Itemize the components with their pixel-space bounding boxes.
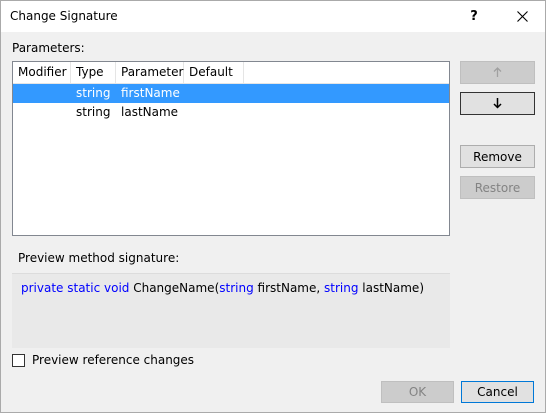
remove-button-label: Remove — [473, 149, 522, 164]
cancel-button-label: Cancel — [477, 385, 518, 399]
preview-signature-box: private static void ChangeName(string fi… — [12, 273, 450, 348]
table-row[interactable]: string firstName — [13, 84, 449, 103]
table-row[interactable]: string lastName — [13, 103, 449, 122]
column-header-parameter[interactable]: Parameter — [116, 62, 184, 83]
signature-modifiers: private static void — [21, 281, 130, 295]
cell-type: string — [76, 86, 111, 100]
preview-signature-label: Preview method signature: — [18, 251, 180, 265]
help-icon: ? — [470, 9, 478, 24]
signature-param1-name: firstName, — [253, 281, 324, 295]
move-up-button[interactable] — [460, 61, 535, 84]
arrow-up-icon — [493, 67, 502, 77]
dialog-title: Change Signature — [10, 9, 118, 23]
cell-parameter: firstName — [121, 86, 180, 100]
move-down-button[interactable] — [460, 92, 535, 115]
signature-method-name: ChangeName( — [129, 281, 220, 295]
close-icon — [516, 11, 528, 22]
column-header-type[interactable]: Type — [71, 62, 116, 83]
help-button[interactable]: ? — [451, 1, 497, 32]
preview-reference-changes-option[interactable]: Preview reference changes — [12, 353, 194, 367]
arrow-down-icon — [493, 98, 502, 109]
ok-button-label: OK — [408, 385, 427, 399]
parameters-label: Parameters: — [12, 41, 85, 55]
restore-button[interactable]: Restore — [460, 176, 535, 199]
signature-param2-name: lastName) — [358, 281, 424, 295]
cell-type: string — [76, 105, 111, 119]
remove-button[interactable]: Remove — [460, 145, 535, 168]
signature-param1-type: string — [219, 281, 254, 295]
grid-header: Modifier Type Parameter Default — [13, 62, 449, 84]
column-header-default[interactable]: Default — [184, 62, 244, 83]
close-button[interactable] — [499, 1, 545, 32]
restore-button-label: Restore — [474, 180, 521, 195]
preview-reference-changes-label: Preview reference changes — [32, 353, 195, 367]
preview-signature-text: private static void ChangeName(string fi… — [21, 281, 424, 295]
column-header-modifier[interactable]: Modifier — [13, 62, 71, 83]
change-signature-dialog: Change Signature ? Parameters: Modifier … — [0, 0, 546, 413]
parameters-grid[interactable]: Modifier Type Parameter Default string f… — [12, 61, 450, 236]
cell-parameter: lastName — [121, 105, 179, 119]
signature-param2-type: string — [324, 281, 359, 295]
title-bar: Change Signature ? — [1, 1, 545, 32]
preview-reference-changes-checkbox[interactable] — [12, 353, 25, 367]
cancel-button[interactable]: Cancel — [461, 381, 534, 403]
ok-button[interactable]: OK — [381, 381, 454, 403]
